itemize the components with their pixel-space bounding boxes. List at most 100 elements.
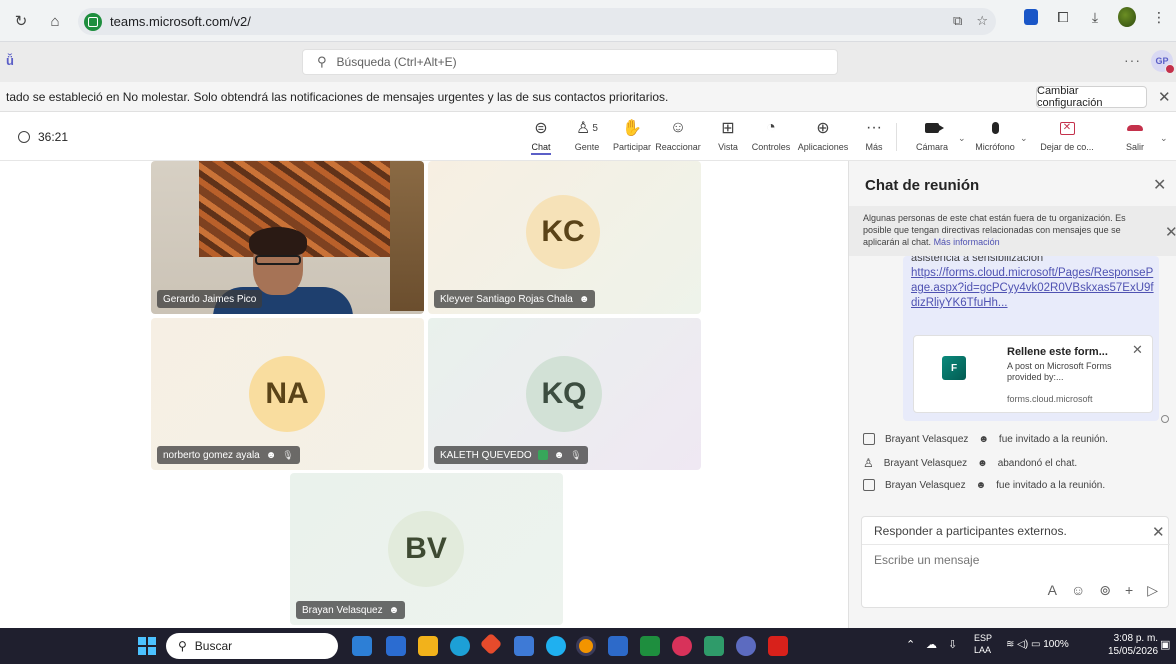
form-link[interactable]: https://forms.cloud.microsoft/Pages/Resp… <box>911 266 1155 311</box>
app-icon-1[interactable] <box>352 636 372 656</box>
install-app-icon[interactable]: ⧉ <box>953 13 962 29</box>
close-icon[interactable]: ✕ <box>1158 88 1171 106</box>
app-icon-2[interactable] <box>386 636 406 656</box>
participant-tile-na[interactable]: NA norberto gomez ayala ☻ 🎙 <box>151 318 424 470</box>
timer-text: 36:21 <box>38 130 69 144</box>
app-icon-4[interactable] <box>546 636 566 656</box>
smiley-icon: ☺ <box>669 119 687 136</box>
download-icon[interactable]: ⤓ <box>1086 8 1104 26</box>
stop-share-icon: ✕ <box>1059 117 1075 139</box>
search-input[interactable]: ⚲ Búsqueda (Ctrl+Alt+E) <box>302 49 838 75</box>
microphone-icon <box>991 117 999 139</box>
teams-header: ǚ ⚲ Búsqueda (Ctrl+Alt+E) ··· GP <box>0 42 1176 82</box>
search-placeholder: Búsqueda (Ctrl+Alt+E) <box>336 55 457 69</box>
extensions-puzzle-icon[interactable]: ⧠ <box>1054 8 1072 26</box>
site-info-icon[interactable] <box>84 12 102 31</box>
participant-tile-kq[interactable]: KQ KALETH QUEVEDO ☻ 🎙 <box>428 318 701 470</box>
chat-event: Brayant Velasquez ☻ fue invitado a la re… <box>863 433 1108 445</box>
emoji-icon[interactable]: ☺ <box>1071 582 1085 599</box>
close-icon[interactable]: ✕ <box>1152 523 1165 541</box>
chat-event: ♙ Brayant Velasquez ☻ abandonó el chat. <box>863 456 1078 470</box>
participant-name-label: Brayan Velasquez ☻ <box>296 601 406 619</box>
close-icon[interactable]: ✕ <box>1165 223 1176 241</box>
extension-icon[interactable] <box>1022 8 1040 26</box>
file-explorer-icon[interactable] <box>418 636 438 656</box>
reload-icon[interactable]: ↻ <box>8 8 34 34</box>
app-icon-3[interactable] <box>479 632 503 656</box>
search-icon: ⚲ <box>317 54 327 69</box>
chat-title: Chat de reunión <box>865 177 980 194</box>
plus-icon[interactable]: + <box>1125 582 1133 599</box>
stop-sharing-button[interactable]: ✕ Dejar de co... <box>1037 117 1097 152</box>
notification-text: tado se estableció en No molestar. Solo … <box>6 90 669 104</box>
notifications-icon[interactable]: ▣ <box>1160 638 1170 651</box>
external-user-icon: ☻ <box>265 449 277 461</box>
change-settings-button[interactable]: Cambiar configuración <box>1036 85 1147 109</box>
microphone-button[interactable]: Micrófono <box>965 117 1025 152</box>
home-icon[interactable]: ⌂ <box>42 8 68 34</box>
cloud-icon[interactable]: ☁ <box>926 638 937 651</box>
leave-button[interactable]: Salir <box>1105 117 1165 152</box>
camera-button[interactable]: Cámara <box>902 117 962 152</box>
participant-name-label: norberto gomez ayala ☻ 🎙 <box>157 446 300 464</box>
edge-icon[interactable] <box>450 636 470 656</box>
camera-icon <box>925 117 944 139</box>
app-icon-9[interactable] <box>736 636 756 656</box>
controls-button[interactable]: ◔ Controles <box>741 117 801 152</box>
acrobat-icon[interactable] <box>768 636 788 656</box>
store-icon[interactable] <box>514 636 534 656</box>
address-bar[interactable]: teams.microsoft.com/v2/ ⧉ ☆ <box>78 8 996 35</box>
dnd-notification-bar: tado se estableció en No molestar. Solo … <box>0 82 1176 112</box>
send-icon[interactable]: ▷ <box>1147 582 1158 599</box>
leave-options-chevron-icon[interactable]: ⌄ <box>1160 133 1168 144</box>
language-indicator[interactable]: ESP LAA <box>974 632 992 656</box>
ellipsis-icon: ··· <box>866 119 882 136</box>
app-icon-7[interactable] <box>672 636 692 656</box>
meeting-timer: 36:21 <box>18 130 68 144</box>
battery-icon: ▭ <box>1030 639 1041 650</box>
participant-avatar: KC <box>526 195 600 269</box>
taskbar-clock[interactable]: 3:08 p. m. 15/05/2026 <box>1108 632 1158 658</box>
app-icon-8[interactable] <box>704 636 724 656</box>
participant-tile-video[interactable]: Gerardo Jaimes Pico <box>151 161 424 314</box>
browser-toolbar: ↻ ⌂ teams.microsoft.com/v2/ ⧉ ☆ ⧠ ⤓ ⋮ <box>0 0 1176 42</box>
taskbar-search[interactable]: ⚲ Buscar <box>166 633 338 659</box>
chrome-icon[interactable] <box>576 636 596 656</box>
volume-icon: ◁) <box>1017 639 1029 650</box>
card-title: Rellene este form... <box>1007 346 1108 358</box>
more-button[interactable]: ··· Más <box>844 117 904 152</box>
tray-chevron-icon[interactable]: ⌃ <box>906 638 915 651</box>
windows-start-icon[interactable] <box>138 637 156 655</box>
external-warning: Algunas personas de este chat están fuer… <box>849 206 1176 256</box>
external-user-icon: ☻ <box>975 479 987 491</box>
browser-menu-icon[interactable]: ⋮ <box>1150 8 1168 26</box>
windows-taskbar: ⚲ Buscar ⌃ ☁ ⇩ ESP LAA ≋ ◁) ▭ 100% 3:08 … <box>0 628 1176 664</box>
app-icon-6[interactable] <box>640 636 660 656</box>
participant-name-label: Kleyver Santiago Rojas Chala ☻ <box>434 290 596 308</box>
usb-icon[interactable]: ⇩ <box>948 638 957 651</box>
format-icon[interactable]: A <box>1048 582 1057 599</box>
message-input[interactable] <box>874 553 1144 567</box>
card-domain: forms.cloud.microsoft <box>1007 394 1093 404</box>
more-info-link[interactable]: Más información <box>934 237 1000 247</box>
loop-icon[interactable]: ⊚ <box>1099 582 1111 599</box>
more-options-icon[interactable]: ··· <box>1124 52 1141 68</box>
bookmark-star-icon[interactable]: ☆ <box>976 13 988 29</box>
search-icon: ⚲ <box>178 639 187 653</box>
video-stage: Gerardo Jaimes Pico KC Kleyver Santiago … <box>0 161 848 628</box>
close-icon[interactable]: ✕ <box>1153 175 1166 195</box>
participant-tile-bv[interactable]: BV Brayan Velasquez ☻ <box>290 473 563 625</box>
mic-options-chevron-icon[interactable]: ⌄ <box>1020 133 1028 144</box>
close-icon[interactable]: ✕ <box>1132 342 1143 358</box>
external-user-icon: ☻ <box>977 457 988 469</box>
forms-logo-icon: F <box>942 356 966 380</box>
card-description: A post on Microsoft Forms provided by:..… <box>1007 361 1112 382</box>
link-preview-card[interactable]: F Rellene este form... A post on Microso… <box>913 335 1153 413</box>
invite-icon <box>863 479 875 491</box>
participant-tile-kc[interactable]: KC Kleyver Santiago Rojas Chala ☻ <box>428 161 701 314</box>
app-icon-5[interactable] <box>608 636 628 656</box>
participant-hair <box>249 227 307 255</box>
user-avatar[interactable]: GP <box>1151 50 1175 74</box>
profile-avatar[interactable] <box>1118 7 1136 27</box>
system-tray-status[interactable]: ≋ ◁) ▭ 100% <box>1006 639 1069 650</box>
